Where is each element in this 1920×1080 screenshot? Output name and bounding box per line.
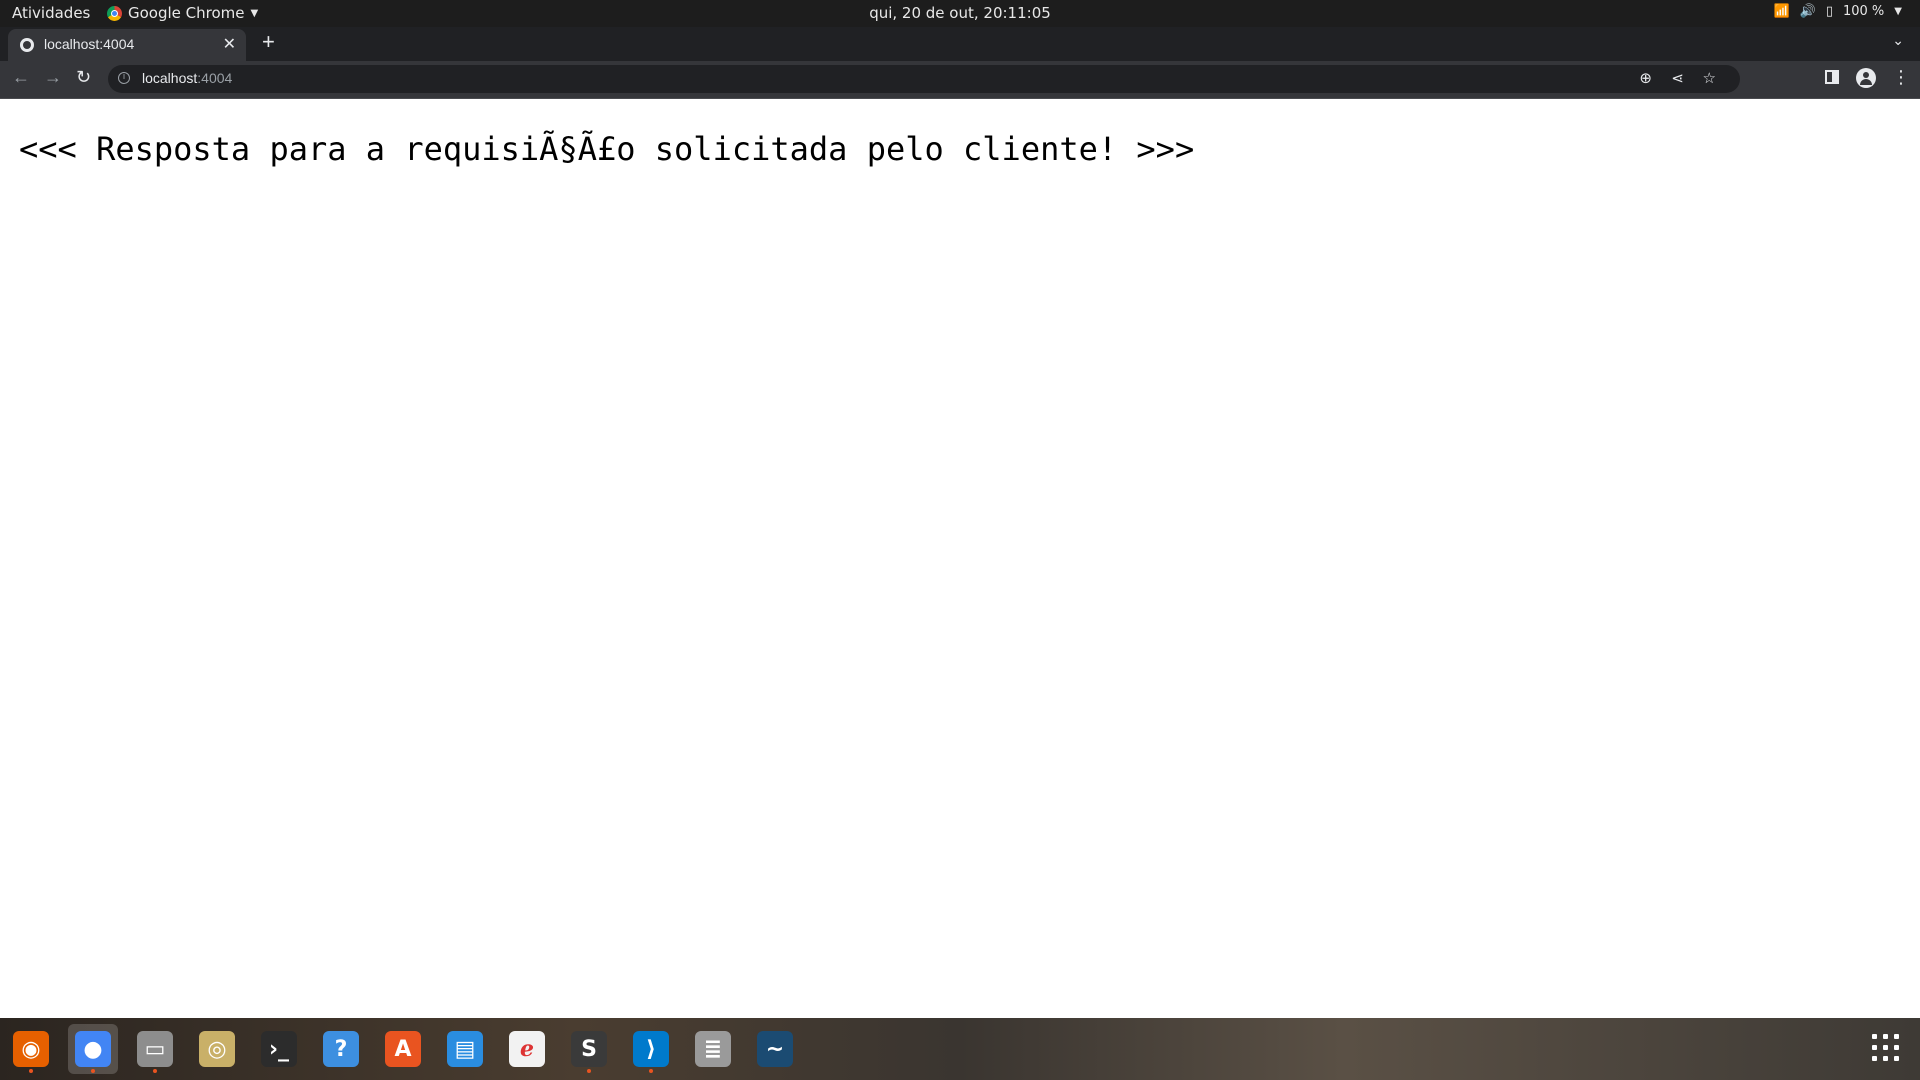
vscode-icon: ⟩ xyxy=(633,1031,669,1067)
running-indicator xyxy=(91,1069,95,1073)
forward-button[interactable]: → xyxy=(44,67,62,88)
dock-pdf-viewer[interactable]: ℯ xyxy=(502,1024,552,1074)
battery-icon: ▯ xyxy=(1825,4,1833,19)
files-icon: ▭ xyxy=(137,1031,173,1067)
database-icon: ≣ xyxy=(695,1031,731,1067)
running-indicator xyxy=(153,1069,157,1073)
url-host: localhost xyxy=(142,70,198,86)
new-tab-button[interactable]: + xyxy=(262,29,275,55)
site-info-icon[interactable]: i xyxy=(118,72,130,84)
reload-button[interactable]: ↻ xyxy=(76,67,91,88)
tab-search-chevron-icon[interactable]: ⌄ xyxy=(1892,32,1904,49)
system-status-menu[interactable]: 📶 🔊 ▯ 100 % ▼ xyxy=(1773,4,1902,19)
activities-button[interactable]: Atividades xyxy=(12,4,90,22)
app-menu-label: Google Chrome xyxy=(128,4,245,22)
chrome-icon xyxy=(107,5,122,21)
close-tab-icon[interactable]: ✕ xyxy=(223,34,236,54)
dock-help[interactable]: ? xyxy=(316,1024,366,1074)
volume-icon: 🔊 xyxy=(1799,4,1816,19)
tab-strip: localhost:4004 ✕ + ⌄ xyxy=(0,27,1920,61)
address-bar[interactable]: i localhost:4004 ⊕ ⋖ ☆ xyxy=(108,65,1740,93)
battery-percent: 100 % xyxy=(1842,4,1885,19)
dock-database[interactable]: ≣ xyxy=(688,1024,738,1074)
clock[interactable]: qui, 20 de out, 20:11:05 xyxy=(869,4,1051,22)
chrome-icon: ● xyxy=(75,1031,111,1067)
app-menu[interactable]: Google Chrome ▼ xyxy=(107,4,258,22)
response-message: <<< Resposta para a requisiÃ§Ã£o solicit… xyxy=(19,130,1195,168)
software-icon: A xyxy=(385,1031,421,1067)
firefox-icon: ◉ xyxy=(13,1031,49,1067)
dock-writer[interactable]: ▤ xyxy=(440,1024,490,1074)
rhythmbox-icon: ◎ xyxy=(199,1031,235,1067)
tab-title: localhost:4004 xyxy=(44,36,135,52)
dock-terminal[interactable]: ›_ xyxy=(254,1024,304,1074)
dock-sublime-text[interactable]: S xyxy=(564,1024,614,1074)
writer-icon: ▤ xyxy=(447,1031,483,1067)
show-applications-grid-icon[interactable] xyxy=(1872,1034,1900,1062)
mysql-workbench-icon: ~ xyxy=(757,1031,793,1067)
page-content: <<< Resposta para a requisiÃ§Ã£o solicit… xyxy=(0,99,1920,1018)
zoom-icon[interactable]: ⊕ xyxy=(1639,69,1652,87)
caret-down-icon: ▼ xyxy=(1894,6,1902,17)
url-port: :4004 xyxy=(197,70,233,86)
wifi-icon: 📶 xyxy=(1773,4,1790,19)
dock-rhythmbox[interactable]: ◎ xyxy=(192,1024,242,1074)
sublime-text-icon: S xyxy=(571,1031,607,1067)
pdf-viewer-icon: ℯ xyxy=(509,1031,545,1067)
running-indicator xyxy=(587,1069,591,1073)
running-indicator xyxy=(29,1069,33,1073)
dock-firefox[interactable]: ◉ xyxy=(6,1024,56,1074)
profile-avatar-icon[interactable] xyxy=(1856,68,1876,88)
system-top-bar: Atividades Google Chrome ▼ qui, 20 de ou… xyxy=(0,0,1920,27)
url-text[interactable]: localhost:4004 xyxy=(142,70,232,86)
globe-icon xyxy=(20,38,34,52)
bookmark-star-icon[interactable]: ☆ xyxy=(1703,69,1716,87)
side-panel-icon[interactable] xyxy=(1825,70,1839,84)
back-button[interactable]: ← xyxy=(12,67,30,88)
dock-software[interactable]: A xyxy=(378,1024,428,1074)
browser-tab[interactable]: localhost:4004 ✕ xyxy=(8,29,246,61)
running-indicator xyxy=(649,1069,653,1073)
more-menu-icon[interactable]: ⋮ xyxy=(1892,67,1910,88)
dock-files[interactable]: ▭ xyxy=(130,1024,180,1074)
dock-mysql-workbench[interactable]: ~ xyxy=(750,1024,800,1074)
dock-vscode[interactable]: ⟩ xyxy=(626,1024,676,1074)
caret-down-icon: ▼ xyxy=(250,7,259,19)
browser-toolbar: ← → ↻ i localhost:4004 ⊕ ⋖ ☆ ⋮ xyxy=(0,61,1920,99)
terminal-icon: ›_ xyxy=(261,1031,297,1067)
dock: ◉ ● ▭ ◎ ›_? A ▤ ℯ S ⟩ ≣ ~ xyxy=(0,1018,1920,1080)
share-icon[interactable]: ⋖ xyxy=(1671,69,1684,87)
help-icon: ? xyxy=(323,1031,359,1067)
dock-chrome[interactable]: ● xyxy=(68,1024,118,1074)
